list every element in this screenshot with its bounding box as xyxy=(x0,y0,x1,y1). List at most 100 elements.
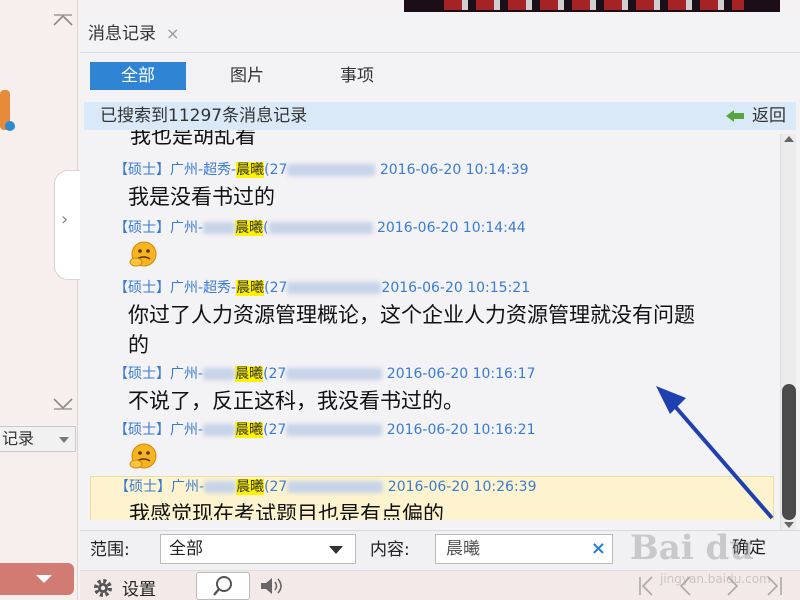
message-text-partial: 我也是胡乱看 xyxy=(130,130,256,148)
message-header: 【硕士】广州-超秀-晨曦(27 2016-06-20 10:15:21 xyxy=(114,278,774,298)
sender-name: 晨曦 xyxy=(235,220,264,236)
redacted-group xyxy=(203,424,236,436)
collapse-up-icon[interactable] xyxy=(52,14,74,26)
expand-side-tab[interactable]: › xyxy=(54,170,80,280)
watermark-brand: Bai du xyxy=(630,528,755,568)
sender-id-prefix: ( xyxy=(263,220,269,236)
sender-id-prefix: (27 xyxy=(264,162,288,178)
redacted-id xyxy=(287,282,382,294)
settings-button[interactable]: 设置 xyxy=(92,575,156,600)
chevron-down-icon xyxy=(36,575,52,583)
sender-id-prefix: (27 xyxy=(263,422,287,438)
sender-group: 广州- xyxy=(170,220,204,236)
message-text: 我是没看书过的 xyxy=(128,185,275,209)
thinking-emoji-icon xyxy=(129,241,157,267)
search-icon xyxy=(213,576,232,596)
redacted-id xyxy=(286,368,383,380)
baidu-watermark: Bai du jingyan.baidu.com xyxy=(610,508,780,598)
history-select-label: 记录 xyxy=(2,429,35,448)
tab-images[interactable]: 图片 xyxy=(192,62,302,90)
avatar-fragment-icon xyxy=(0,90,15,131)
clear-icon[interactable]: × xyxy=(591,535,606,563)
message-time: 2016-06-20 10:26:39 xyxy=(387,479,537,495)
scope-select[interactable]: 全部 xyxy=(160,534,356,564)
redacted-id xyxy=(268,222,373,234)
divider xyxy=(80,52,800,53)
scrollbar-thumb[interactable] xyxy=(782,384,796,520)
sender-group: 广州- xyxy=(170,422,204,438)
sender-group-2: 超秀- xyxy=(203,280,237,296)
chevron-down-icon xyxy=(59,437,69,443)
redacted-group xyxy=(203,368,236,380)
message-item: 【硕士】广州- 晨曦(27 2016-06-20 10:16:17 不说了，反正这… xyxy=(114,364,774,416)
sender-group: 广州- xyxy=(170,280,204,296)
message-header: 【硕士】广州- 晨曦(27 2016-06-20 10:26:39 xyxy=(115,477,773,497)
message-time: 2016-06-20 10:16:21 xyxy=(386,422,536,438)
search-result-text: 已搜索到11297条消息记录 xyxy=(100,106,308,126)
tab-message-history[interactable]: 消息记录 × xyxy=(88,20,179,48)
scope-value: 全部 xyxy=(169,539,203,559)
scroll-up-icon[interactable] xyxy=(784,136,794,142)
back-arrow-icon xyxy=(726,110,744,122)
sender-tag: 【硕士】 xyxy=(114,366,170,382)
back-label: 返回 xyxy=(752,106,786,126)
history-select[interactable]: 记录 xyxy=(0,426,76,452)
sender-id-prefix: (27 xyxy=(264,479,288,495)
content-search-input[interactable]: 晨曦 × xyxy=(435,534,613,564)
chevron-down-icon xyxy=(329,546,343,554)
search-result-bar: 已搜索到11297条消息记录 返回 xyxy=(84,102,796,130)
send-options-button[interactable] xyxy=(0,563,74,595)
close-icon[interactable]: × xyxy=(166,21,179,47)
search-toggle-button[interactable] xyxy=(196,572,250,600)
message-time: 2016-06-20 10:16:17 xyxy=(386,366,536,382)
message-list: 我也是胡乱看 【硕士】广州-超秀-晨曦(27 2016-06-20 10:14:… xyxy=(84,130,774,520)
message-scrollbar[interactable] xyxy=(780,134,796,530)
sender-name: 晨曦 xyxy=(236,162,265,178)
sender-id-prefix: (27 xyxy=(263,366,287,382)
redacted-id xyxy=(286,424,383,436)
message-item: 【硕士】广州- 晨曦(27 2016-06-20 10:16:21 xyxy=(114,420,774,474)
message-header: 【硕士】广州-超秀-晨曦(27 2016-06-20 10:14:39 xyxy=(114,160,774,180)
scope-label: 范围: xyxy=(90,540,130,560)
sender-tag: 【硕士】 xyxy=(114,220,170,236)
message-time: 2016-06-20 10:15:21 xyxy=(381,280,531,296)
redacted-group xyxy=(204,481,237,493)
speaker-icon[interactable] xyxy=(258,574,284,598)
redacted-id xyxy=(287,481,384,493)
scroll-down-icon[interactable] xyxy=(784,522,794,528)
message-header: 【硕士】广州- 晨曦( 2016-06-20 10:14:44 xyxy=(114,218,774,238)
content-search-value: 晨曦 xyxy=(446,539,480,559)
message-text: 不说了，反正这科，我没看书过的。 xyxy=(128,389,464,413)
sender-tag: 【硕士】 xyxy=(114,280,170,296)
watermark-domain: jingyan.baidu.com xyxy=(660,572,771,586)
top-banner-image xyxy=(404,0,780,12)
tab-title: 消息记录 xyxy=(88,24,156,44)
gear-icon xyxy=(94,578,112,597)
sender-group: 广州- xyxy=(170,366,204,382)
sender-tag: 【硕士】 xyxy=(114,422,170,438)
tab-items[interactable]: 事项 xyxy=(302,62,412,90)
sender-name: 晨曦 xyxy=(235,422,264,438)
sender-name: 晨曦 xyxy=(235,366,264,382)
filter-tabs: 全部 图片 事项 xyxy=(90,62,412,90)
message-item: 【硕士】广州- 晨曦( 2016-06-20 10:14:44 xyxy=(114,218,774,272)
message-header: 【硕士】广州- 晨曦(27 2016-06-20 10:16:17 xyxy=(114,364,774,384)
thinking-emoji-icon xyxy=(129,443,157,469)
message-item: 【硕士】广州-超秀-晨曦(27 2016-06-20 10:14:39 我是没看… xyxy=(114,160,774,212)
redacted-id xyxy=(287,164,376,176)
back-button[interactable]: 返回 xyxy=(726,102,786,130)
chevron-right-icon: › xyxy=(61,209,69,230)
collapse-down-icon[interactable] xyxy=(52,398,74,410)
sender-id-prefix: (27 xyxy=(264,280,288,296)
message-time: 2016-06-20 10:14:39 xyxy=(379,162,529,178)
tab-all[interactable]: 全部 xyxy=(90,62,186,90)
message-text: 你过了人力资源管理概论，这个企业人力资源管理就没有问题的 xyxy=(128,303,695,357)
sender-name: 晨曦 xyxy=(236,479,265,495)
redacted-group xyxy=(203,222,236,234)
message-time: 2016-06-20 10:14:44 xyxy=(376,220,526,236)
settings-label: 设置 xyxy=(122,580,156,600)
left-sidebar: › 记录 xyxy=(0,0,80,600)
sender-tag: 【硕士】 xyxy=(115,479,171,495)
sender-name: 晨曦 xyxy=(236,280,265,296)
sender-group: 广州- xyxy=(170,162,204,178)
